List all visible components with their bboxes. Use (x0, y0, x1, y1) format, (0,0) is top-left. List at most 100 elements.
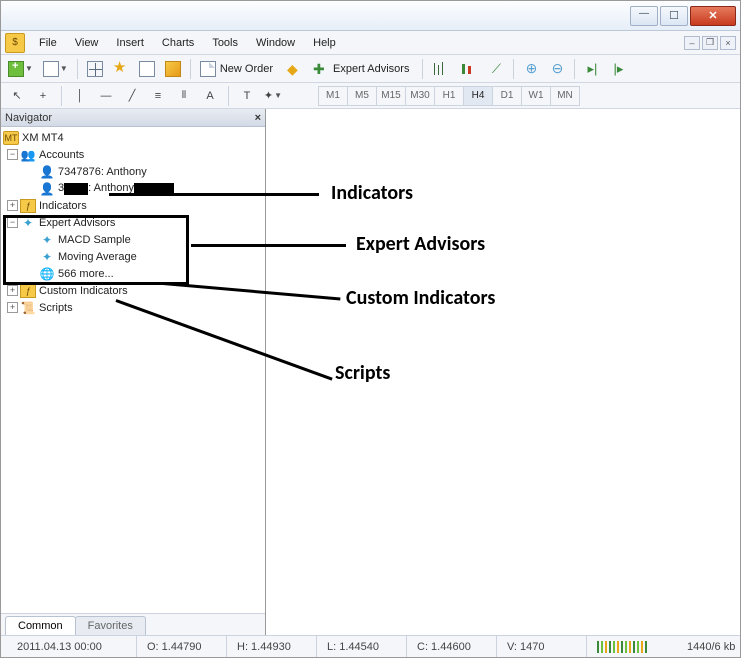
script-icon: 📜 (20, 301, 36, 315)
status-volume: V: 1470 (497, 636, 587, 657)
indicator-icon: ƒ (20, 199, 36, 213)
app-icon: $ (5, 33, 25, 53)
maximize-button[interactable] (660, 6, 688, 26)
auto-scroll-button[interactable]: ▸| (581, 58, 603, 80)
trendline-button[interactable]: ╱ (122, 86, 142, 106)
cursor-button[interactable]: ↖ (7, 86, 27, 106)
globe-icon: 🌐 (39, 267, 55, 281)
expand-icon[interactable]: + (7, 302, 18, 313)
timeframe-m15[interactable]: M15 (376, 86, 406, 106)
mdi-close-button[interactable]: × (720, 36, 736, 50)
ea-icon: ✦ (39, 250, 55, 264)
navigator-panel: Navigator × MT XM MT4 − 👥 Accounts 👤7347… (1, 109, 266, 635)
new-order-button[interactable]: New Order (197, 58, 280, 80)
chart-type-line-button[interactable]: ⟋ (485, 58, 507, 80)
minimize-button[interactable] (630, 6, 658, 26)
market-watch-button[interactable]: ★ (110, 58, 132, 80)
status-bar: 2011.04.13 00:00 O: 1.44790 H: 1.44930 L… (1, 635, 740, 657)
text-label-button[interactable]: T (237, 86, 257, 106)
collapse-icon[interactable]: − (7, 149, 18, 160)
expand-icon[interactable]: + (7, 285, 18, 296)
timeframe-buttons: M1M5M15M30H1H4D1W1MN (319, 86, 580, 106)
annotation-line (109, 193, 319, 196)
tree-account-item[interactable]: 👤7347876: Anthony (3, 163, 263, 180)
ea-icon: ✦ (39, 233, 55, 247)
horizontal-line-button[interactable]: ― (96, 86, 116, 106)
navigator-tabs: Common Favorites (1, 613, 265, 635)
navigator-close-button[interactable]: × (255, 112, 261, 124)
toolbar-main: ▼ ▼ ★ New Order ◆ ✚Expert Advisors ⟋ ⊕ ⊖… (1, 55, 740, 83)
tree-ea-item[interactable]: ✦Moving Average (3, 248, 263, 265)
expert-advisors-button[interactable]: ✚Expert Advisors (310, 58, 416, 80)
arrows-button[interactable]: ✦▼ (263, 86, 283, 106)
navigator-tree: MT XM MT4 − 👥 Accounts 👤7347876: Anthony… (1, 127, 265, 613)
new-chart-button[interactable]: ▼ (5, 58, 36, 80)
mdi-restore-button[interactable]: ❐ (702, 36, 718, 50)
tab-favorites[interactable]: Favorites (75, 616, 146, 635)
annotation-text-ea: Expert Advisors (356, 232, 485, 256)
profiles-button[interactable]: ▼ (40, 58, 71, 80)
zoom-in-button[interactable]: ⊕ (520, 58, 542, 80)
timeframe-m30[interactable]: M30 (405, 86, 435, 106)
user-icon: 👤 (39, 165, 55, 179)
channel-button[interactable]: ≡ (148, 86, 168, 106)
data-window-button[interactable] (136, 58, 158, 80)
tab-common[interactable]: Common (5, 616, 76, 635)
menu-insert[interactable]: Insert (108, 34, 152, 52)
expand-icon[interactable]: + (7, 200, 18, 211)
chart-type-bar-button[interactable] (429, 58, 453, 80)
tree-expert-advisors[interactable]: − ✦ Expert Advisors (3, 214, 263, 231)
annotation-line (191, 244, 346, 247)
chart-shift-button[interactable]: |▸ (607, 58, 629, 80)
status-close: C: 1.44600 (407, 636, 497, 657)
menu-charts[interactable]: Charts (154, 34, 202, 52)
mdi-minimize-button[interactable]: – (684, 36, 700, 50)
folder-icon: 👥 (20, 148, 36, 162)
timeframe-w1[interactable]: W1 (521, 86, 551, 106)
timeframe-m5[interactable]: M5 (347, 86, 377, 106)
toolbar-draw: ↖ + │ ― ╱ ≡ ⫴ A T ✦▼ M1M5M15M30H1H4D1W1M… (1, 83, 740, 109)
terminal-icon: MT (3, 131, 19, 145)
timeframe-h1[interactable]: H1 (434, 86, 464, 106)
menu-view[interactable]: View (67, 34, 107, 52)
status-traffic: 1440/6 kb (677, 636, 741, 657)
text-button[interactable]: A (200, 86, 220, 106)
timeframe-mn[interactable]: MN (550, 86, 580, 106)
user-icon: 👤 (39, 182, 55, 196)
menu-file[interactable]: File (31, 34, 65, 52)
tree-ea-more[interactable]: 🌐566 more... (3, 265, 263, 282)
tree-root[interactable]: MT XM MT4 (3, 129, 263, 146)
connection-meter-icon (597, 641, 647, 653)
chart-type-candle-button[interactable] (457, 58, 481, 80)
timeframe-h4[interactable]: H4 (463, 86, 493, 106)
navigator-titlebar: Navigator × (1, 109, 265, 127)
tree-custom-indicators[interactable]: + ƒ Custom Indicators (3, 282, 263, 299)
navigator-title: Navigator (5, 112, 52, 124)
custom-indicator-icon: ƒ (20, 284, 36, 298)
menu-bar: $ File View Insert Charts Tools Window H… (1, 31, 740, 55)
status-datetime: 2011.04.13 00:00 (7, 636, 137, 657)
tree-accounts[interactable]: − 👥 Accounts (3, 146, 263, 163)
crosshair-button[interactable] (84, 58, 106, 80)
fibonacci-button[interactable]: ⫴ (174, 86, 194, 106)
status-low: L: 1.44540 (317, 636, 407, 657)
autotrading-button[interactable]: ◆ (284, 58, 306, 80)
annotation-text-ci: Custom Indicators (346, 286, 495, 310)
collapse-icon[interactable]: − (7, 217, 18, 228)
tree-indicators[interactable]: + ƒ Indicators (3, 197, 263, 214)
menu-tools[interactable]: Tools (204, 34, 246, 52)
status-open: O: 1.44790 (137, 636, 227, 657)
window-titlebar (1, 1, 740, 31)
expert-advisor-icon: ✦ (20, 216, 36, 230)
menu-help[interactable]: Help (305, 34, 344, 52)
timeframe-m1[interactable]: M1 (318, 86, 348, 106)
menu-window[interactable]: Window (248, 34, 303, 52)
crosshair-tool-button[interactable]: + (33, 86, 53, 106)
annotation-text-indicators: Indicators (331, 181, 413, 205)
zoom-out-button[interactable]: ⊖ (546, 58, 568, 80)
annotation-text-scripts: Scripts (335, 361, 390, 385)
close-button[interactable] (690, 6, 736, 26)
vertical-line-button[interactable]: │ (70, 86, 90, 106)
timeframe-d1[interactable]: D1 (492, 86, 522, 106)
navigator-button[interactable] (162, 58, 184, 80)
